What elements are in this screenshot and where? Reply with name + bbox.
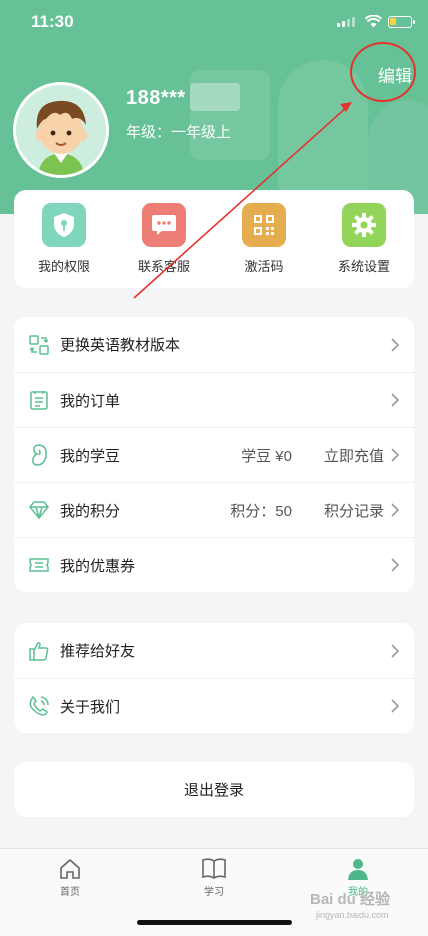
menu-section-account: 更换英语教材版本 我的订单 我的学豆 学豆 ¥0 立即充值 我的积分 积分：50… bbox=[14, 317, 414, 592]
user-grade: 年级：一年级上 bbox=[126, 124, 232, 141]
avatar[interactable] bbox=[13, 82, 109, 178]
swap-book-icon bbox=[28, 334, 50, 356]
chat-icon bbox=[142, 203, 186, 247]
quick-action-label: 激活码 bbox=[244, 259, 284, 274]
chevron-right-icon bbox=[391, 699, 400, 713]
points-balance: 积分：50 bbox=[230, 502, 292, 520]
boy-avatar-icon bbox=[16, 85, 106, 175]
menu-item-label: 更换英语教材版本 bbox=[60, 337, 181, 354]
menu-item-coupons[interactable]: 我的优惠券 bbox=[14, 537, 414, 592]
tab-label: 学习 bbox=[204, 887, 224, 898]
menu-item-label: 我的优惠券 bbox=[60, 557, 136, 575]
quick-action-label: 系统设置 bbox=[337, 259, 390, 274]
quick-action-label: 我的权限 bbox=[37, 259, 90, 274]
wifi-icon bbox=[365, 15, 382, 28]
shield-icon bbox=[42, 203, 86, 247]
qr-code-icon bbox=[242, 203, 286, 247]
annotation-circle bbox=[350, 42, 416, 102]
chevron-right-icon bbox=[391, 558, 400, 572]
coupon-icon bbox=[28, 554, 50, 576]
battery-icon bbox=[388, 16, 415, 28]
gear-icon bbox=[342, 203, 386, 247]
watermark: Bai du 经验 bbox=[310, 891, 391, 908]
quick-action-activation-code[interactable]: 激活码 bbox=[214, 203, 314, 275]
menu-item-about[interactable]: 关于我们 bbox=[14, 678, 414, 733]
chevron-right-icon bbox=[391, 337, 400, 352]
menu-item-orders[interactable]: 我的订单 bbox=[14, 372, 414, 427]
chevron-right-icon bbox=[391, 503, 400, 517]
quick-action-permissions[interactable]: 我的权限 bbox=[14, 203, 114, 275]
chevron-right-icon bbox=[391, 448, 400, 462]
thumbs-up-icon bbox=[28, 640, 50, 662]
quick-action-settings[interactable]: 系统设置 bbox=[314, 203, 414, 275]
recharge-link[interactable]: 立即充值 bbox=[324, 445, 384, 466]
tab-study[interactable]: 学习 bbox=[174, 857, 254, 898]
menu-item-label: 我的积分 bbox=[60, 502, 121, 520]
bean-balance: 学豆 ¥0 bbox=[241, 447, 292, 465]
logout-button[interactable]: 退出登录 bbox=[14, 762, 414, 817]
menu-item-recommend[interactable]: 推荐给好友 bbox=[14, 623, 414, 678]
status-bar: 11:30 bbox=[0, 0, 428, 46]
order-list-icon bbox=[28, 389, 50, 411]
menu-item-label: 我的订单 bbox=[60, 392, 121, 410]
phone-icon bbox=[28, 695, 50, 717]
chevron-right-icon bbox=[391, 393, 400, 407]
book-icon bbox=[202, 858, 226, 879]
points-record-link[interactable]: 积分记录 bbox=[324, 500, 384, 521]
menu-item-label: 关于我们 bbox=[60, 698, 121, 716]
menu-item-change-textbook[interactable]: 更换英语教材版本 bbox=[14, 317, 414, 372]
diamond-icon bbox=[28, 499, 50, 521]
user-phone: 188*** bbox=[126, 87, 186, 109]
tab-home[interactable]: 首页 bbox=[30, 857, 110, 898]
menu-item-points[interactable]: 我的积分 积分：50 积分记录 bbox=[14, 482, 414, 537]
home-indicator bbox=[137, 920, 292, 925]
menu-item-learning-beans[interactable]: 我的学豆 学豆 ¥0 立即充值 bbox=[14, 427, 414, 482]
menu-item-label: 推荐给好友 bbox=[60, 643, 136, 660]
chevron-right-icon bbox=[391, 643, 400, 658]
status-time: 11:30 bbox=[31, 12, 74, 31]
signal-icon bbox=[337, 17, 355, 27]
menu-section-more: 推荐给好友 关于我们 bbox=[14, 623, 414, 733]
menu-item-label: 我的学豆 bbox=[60, 447, 121, 465]
home-icon bbox=[60, 858, 80, 879]
redacted-patch bbox=[190, 83, 240, 111]
watermark-sub: jingyan.baidu.com bbox=[316, 910, 389, 920]
logout-label: 退出登录 bbox=[183, 782, 244, 799]
quick-action-label: 联系客服 bbox=[137, 259, 190, 274]
tab-label: 首页 bbox=[60, 887, 80, 898]
bean-icon bbox=[28, 444, 50, 466]
user-icon bbox=[348, 859, 368, 880]
quick-action-support[interactable]: 联系客服 bbox=[114, 203, 214, 275]
quick-actions-card: 我的权限 联系客服 激活码 系统设置 bbox=[14, 190, 414, 288]
